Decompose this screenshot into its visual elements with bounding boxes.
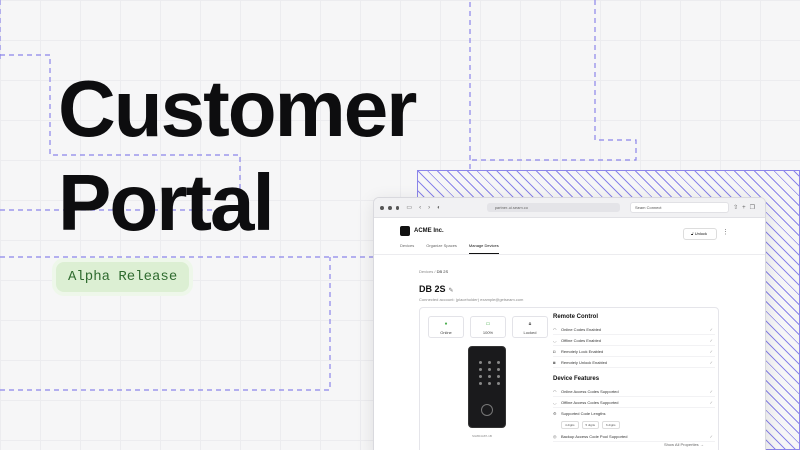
list-item: ◠ Online Codes Enabled ✓ <box>553 324 715 335</box>
list-item: ◙ Remotely Unlock Enabled ✓ <box>553 357 715 368</box>
window-minimize-dot[interactable] <box>387 205 392 210</box>
window-close-dot[interactable] <box>380 205 384 210</box>
code-length-chips: 4 digits 5 digits 6 digits <box>561 421 715 429</box>
browser-action-icons[interactable]: ⇧+❐ <box>733 204 759 211</box>
wifi-icon: ◠ <box>553 388 557 394</box>
feature-label: Online Access Codes Supported <box>561 388 619 394</box>
browser-window: ▭ ‹ › ◐ partner-ui.seam.co Seam Connect … <box>373 197 766 450</box>
check-icon: ✓ <box>709 348 713 354</box>
lock-icon: 🔒︎ <box>528 321 532 327</box>
feature-label: Supported Code Lengths <box>561 411 606 416</box>
hero-title-line1: Customer <box>58 64 417 153</box>
nav-organize-spaces[interactable]: Organize Spaces <box>426 241 457 254</box>
keypad <box>479 361 502 385</box>
unlock-button[interactable]: 🔓︎ Unlock <box>683 228 717 240</box>
device-page: Devices / DB 2S DB 2S ✎ Connected account… <box>374 269 765 302</box>
chip-4-digits: 4 digits <box>561 421 579 429</box>
status-card-locked: 🔒︎ Locked <box>512 316 548 338</box>
show-all-label: Show All Properties <box>664 442 699 447</box>
pencil-icon[interactable]: ✎ <box>449 288 454 294</box>
page-title: DB 2S ✎ <box>419 284 765 294</box>
feature-label: Remotely Lock Enabled <box>561 348 604 354</box>
feature-label: Remotely Unlock Enabled <box>561 359 608 365</box>
back-icon[interactable]: ‹ <box>419 205 421 211</box>
feature-label: Backup Access Code Pool Supported <box>561 433 628 439</box>
settings-icon: ⚙ <box>553 411 557 416</box>
feature-label: Offline Codes Enabled <box>561 337 601 343</box>
lock-knob <box>481 404 493 416</box>
forward-icon[interactable]: › <box>428 205 430 211</box>
status-card-online: ● Online <box>428 316 464 338</box>
show-all-properties-link[interactable]: Show All Properties → <box>664 442 704 447</box>
browser-toolbar: ▭ ‹ › ◐ partner-ui.seam.co Seam Connect … <box>374 198 765 218</box>
check-icon: ✓ <box>709 359 713 365</box>
hero-title: Customer Portal <box>58 62 417 250</box>
device-details-panel: ● Online ▭ 100% 🔒︎ Locked SG8D4A87-1B Re… <box>419 307 719 450</box>
share-icon[interactable]: ⇧ <box>733 205 742 211</box>
acme-logo-icon <box>400 226 410 236</box>
device-title: DB 2S <box>419 284 446 294</box>
arrow-right-icon: → <box>699 442 704 447</box>
breadcrumb-current: DB 2S <box>436 269 449 274</box>
unlock-label: Unlock <box>694 231 707 236</box>
browser-tab[interactable]: Seam Connect <box>630 202 730 213</box>
list-item: ⚙ Supported Code Lengths <box>553 408 715 419</box>
new-tab-icon[interactable]: + <box>742 205 750 211</box>
backup-icon: ◎ <box>553 433 557 439</box>
device-features-title: Device Features <box>553 376 600 382</box>
list-item: ◡ Offline Codes Enabled ✓ <box>553 335 715 346</box>
unlock-icon: ◙ <box>553 359 556 365</box>
check-icon: ✓ <box>709 433 713 439</box>
shield-icon: ◐ <box>437 204 441 211</box>
device-serial: SG8D4A87-1B <box>472 434 492 438</box>
check-icon: ✓ <box>709 399 713 405</box>
address-bar[interactable]: partner-ui.seam.co <box>486 203 621 212</box>
check-icon: ✓ <box>709 388 713 394</box>
list-item: ◘ Remotely Lock Enabled ✓ <box>553 346 715 357</box>
brand-name: ACME Inc. <box>414 228 444 234</box>
breadcrumb-devices[interactable]: Devices <box>419 269 433 274</box>
chip-6-digits: 6 digits <box>602 421 620 429</box>
hero-title-line2: Portal <box>58 158 275 247</box>
smart-lock-image <box>468 346 506 428</box>
alpha-release-badge: Alpha Release <box>56 262 190 292</box>
app-nav: Devices Organize Spaces Manage Devices <box>374 241 765 255</box>
more-options-icon[interactable]: ⋮ <box>722 228 729 236</box>
wifi-off-icon: ◡ <box>553 399 557 405</box>
feature-label: Online Codes Enabled <box>561 326 602 332</box>
battery-icon: ▭ <box>485 321 491 327</box>
breadcrumb: Devices / DB 2S <box>419 269 765 274</box>
check-circle-icon: ● <box>444 321 448 327</box>
status-locked-label: Locked <box>523 330 537 335</box>
connected-account: Connected account: (placeholder) example… <box>419 297 524 302</box>
feature-label: Offline Access Codes Supported <box>561 399 619 405</box>
lock-icon: ◘ <box>553 348 556 354</box>
device-properties: Remote Control ◠ Online Codes Enabled ✓ ◡ O… <box>553 314 715 442</box>
wifi-icon: ◠ <box>553 326 557 332</box>
unlock-icon: 🔓︎ <box>691 231 694 236</box>
list-item: ◡ Offline Access Codes Supported ✓ <box>553 397 715 408</box>
status-battery-label: 100% <box>482 330 494 335</box>
check-icon: ✓ <box>709 326 713 332</box>
check-icon: ✓ <box>709 337 713 343</box>
tabs-icon[interactable]: ❐ <box>750 205 759 211</box>
breadcrumb-separator: / <box>434 269 436 274</box>
wifi-off-icon: ◡ <box>553 337 557 343</box>
device-overview: ● Online ▭ 100% 🔒︎ Locked SG8D4A87-1B <box>428 316 548 450</box>
list-item: ◎ Backup Access Code Pool Supported ✓ <box>553 431 715 442</box>
sidebar-icon[interactable]: ▭ <box>406 204 412 211</box>
chip-5-digits: 5 digits <box>581 421 600 429</box>
status-online-label: Online <box>440 330 452 335</box>
remote-control-title: Remote Control <box>553 314 598 320</box>
nav-manage-devices[interactable]: Manage Devices <box>468 241 499 254</box>
window-zoom-dot[interactable] <box>395 205 400 210</box>
status-card-battery: ▭ 100% <box>470 316 506 338</box>
nav-devices[interactable]: Devices <box>400 241 414 254</box>
list-item: ◠ Online Access Codes Supported ✓ <box>553 386 715 397</box>
